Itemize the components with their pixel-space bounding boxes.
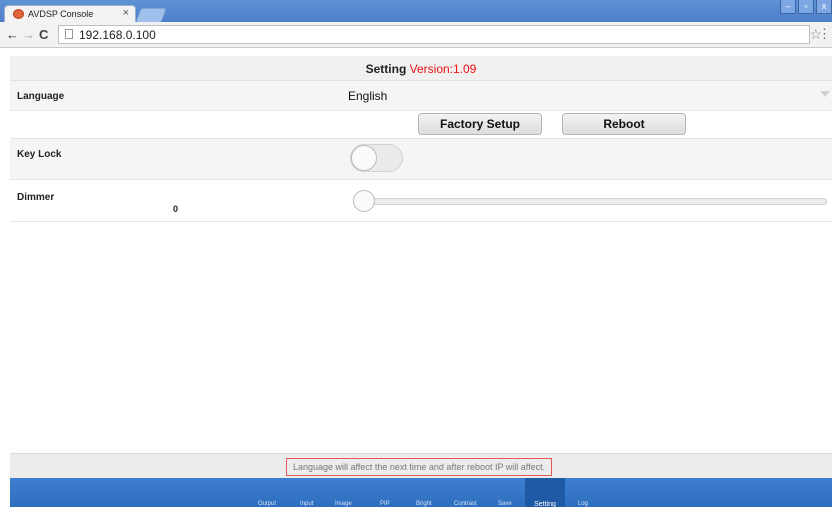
page-title: Setting bbox=[365, 62, 407, 76]
factory-setup-button[interactable]: Factory Setup bbox=[418, 113, 542, 135]
action-buttons-row: Factory Setup Reboot bbox=[10, 111, 832, 139]
minimize-button[interactable]: – bbox=[780, 0, 796, 14]
menu-icon[interactable]: ⋮ bbox=[818, 26, 831, 42]
language-row: Language English bbox=[10, 81, 832, 111]
nav-output[interactable]: Output bbox=[258, 501, 276, 507]
page-icon bbox=[65, 29, 73, 39]
key-lock-label: Key Lock bbox=[17, 149, 62, 160]
dimmer-value: 0 bbox=[173, 204, 179, 214]
toggle-knob[interactable] bbox=[351, 145, 377, 171]
nav-setting[interactable]: Setting bbox=[525, 478, 565, 508]
dimmer-slider-track[interactable] bbox=[357, 198, 827, 205]
nav-contrast[interactable]: Contrast bbox=[454, 501, 477, 507]
language-select[interactable]: English bbox=[348, 89, 387, 103]
dimmer-slider-handle[interactable] bbox=[353, 190, 375, 212]
nav-save[interactable]: Save bbox=[498, 501, 512, 507]
tab-close-icon[interactable]: × bbox=[123, 7, 129, 19]
note-bar: Language will affect the next time and a… bbox=[10, 453, 832, 478]
info-note: Language will affect the next time and a… bbox=[286, 458, 553, 476]
nav-bright[interactable]: Bright bbox=[416, 501, 432, 507]
favicon-icon bbox=[13, 9, 24, 19]
nav-log[interactable]: Log bbox=[578, 501, 588, 507]
version-label: Version:1.09 bbox=[409, 62, 477, 76]
reboot-button[interactable]: Reboot bbox=[562, 113, 686, 135]
nav-input[interactable]: Input bbox=[300, 501, 313, 507]
dimmer-row: Dimmer 0 bbox=[10, 180, 832, 222]
settings-page: Setting Version:1.09 Language English Fa… bbox=[10, 56, 832, 508]
address-bar[interactable]: 192.168.0.100 bbox=[58, 25, 810, 44]
dimmer-label: Dimmer bbox=[17, 192, 55, 203]
nav-pip[interactable]: PIP bbox=[380, 501, 390, 507]
browser-toolbar: ← → C 192.168.0.100 ☆ ⋮ bbox=[0, 22, 832, 48]
window-close-button[interactable]: x bbox=[816, 0, 832, 14]
forward-arrow-icon[interactable]: → bbox=[22, 27, 35, 42]
new-tab-button[interactable] bbox=[135, 8, 167, 23]
bottom-nav: Output Input Image PIP Bright Contrast S… bbox=[10, 478, 832, 508]
url-text: 192.168.0.100 bbox=[79, 28, 156, 42]
key-lock-toggle[interactable] bbox=[350, 144, 403, 172]
nav-image[interactable]: Image bbox=[335, 501, 352, 507]
back-arrow-icon[interactable]: ← bbox=[6, 27, 19, 42]
window-controls: – ▫ x bbox=[778, 0, 832, 18]
key-lock-row: Key Lock bbox=[10, 139, 832, 180]
browser-tab[interactable]: AVDSP Console × bbox=[4, 5, 136, 22]
tab-title: AVDSP Console bbox=[28, 9, 94, 19]
maximize-button[interactable]: ▫ bbox=[798, 0, 814, 14]
chevron-down-icon[interactable] bbox=[820, 91, 830, 97]
reload-icon[interactable]: C bbox=[39, 27, 48, 42]
language-label: Language bbox=[17, 91, 65, 102]
page-header: Setting Version:1.09 bbox=[10, 56, 832, 81]
browser-titlebar: AVDSP Console × – ▫ x bbox=[0, 0, 832, 23]
